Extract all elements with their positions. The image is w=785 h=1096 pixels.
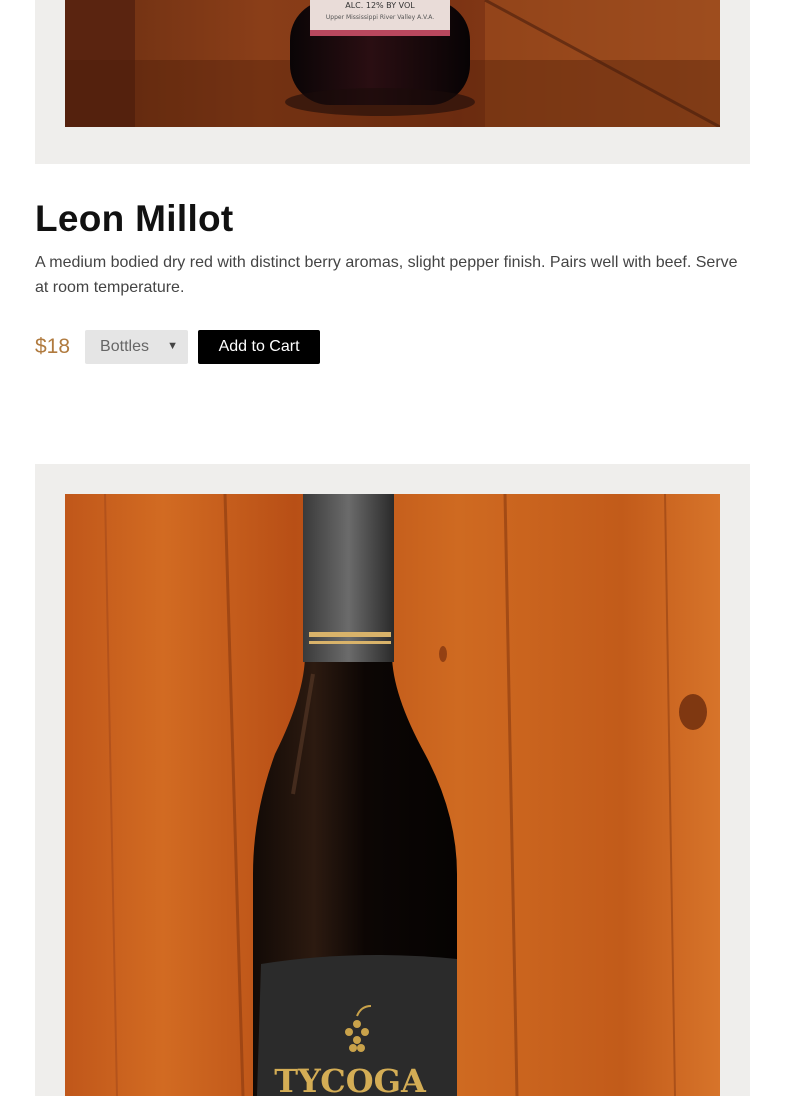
chevron-down-icon: ▼ <box>167 340 179 352</box>
product-title: Leon Millot <box>35 198 234 239</box>
product-image-frame: ALC. 12% BY VOL Upper Mississippi River … <box>35 0 750 164</box>
bottle-label-brand: TYCOGA <box>274 1062 427 1096</box>
bottle-label-line-1: ALC. 12% BY VOL <box>345 1 415 10</box>
product-image-frame-next: TYCOGA <box>35 464 750 1096</box>
bottle-label-line-2: Upper Mississippi River Valley A.V.A. <box>326 14 434 21</box>
product-photo-wine-bottle: ALC. 12% BY VOL Upper Mississippi River … <box>65 0 720 127</box>
add-to-cart-button[interactable]: Add to Cart <box>198 330 321 364</box>
product-list-page: ALC. 12% BY VOL Upper Mississippi River … <box>0 0 785 1096</box>
product-photo-tycoga-bottle: TYCOGA <box>65 494 720 1096</box>
unit-select[interactable]: Bottles ▼ <box>85 330 189 364</box>
purchase-row: $18 Bottles ▼ Add to Cart <box>35 330 321 364</box>
product-price: $18 <box>35 335 71 358</box>
product-description: A medium bodied dry red with distinct be… <box>35 254 738 296</box>
unit-select-value: Bottles <box>100 338 149 355</box>
